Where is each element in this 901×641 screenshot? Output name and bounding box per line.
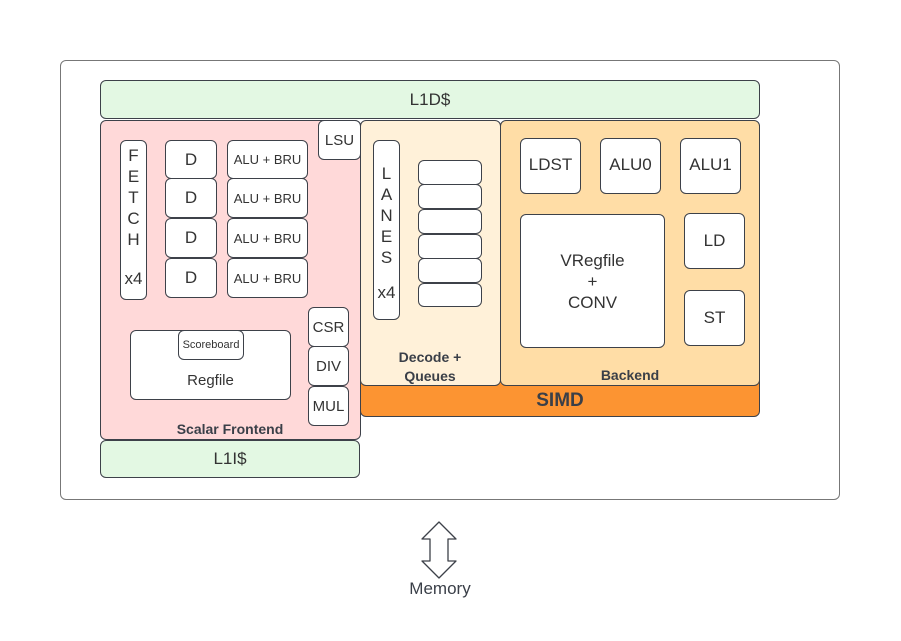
queue-slot [418,283,482,307]
ldst: LDST [520,138,581,194]
lanes-count: x4 [377,283,396,302]
alu0: ALU0 [600,138,661,194]
decode-queues-label: Decode + Queues [360,348,500,386]
vregfile-line: VRegfile [560,250,625,270]
alu-bru-3: ALU + BRU [227,258,308,298]
backend-label: Backend [600,367,660,383]
queue-slot [418,184,482,209]
fetch-letter: E [127,167,140,186]
queue-slot [418,258,482,283]
alu-bru-0: ALU + BRU [227,140,308,179]
memory-label: Memory [409,579,471,598]
ld: LD [684,213,745,269]
fetch-letter: T [128,188,139,207]
lsu: LSU [318,120,361,160]
lanes-letter: N [380,206,393,225]
fetch-letter: C [127,209,140,228]
decode-2: D [165,218,217,258]
decode-0: D [165,140,217,179]
alu1: ALU1 [680,138,741,194]
fetch-unit: F E T C H x4 [120,140,147,300]
queue-slot [418,234,482,259]
scoreboard: Scoreboard [178,330,244,360]
mul: MUL [308,386,349,426]
fetch-letter: H [127,230,140,249]
alu-bru-2: ALU + BRU [227,218,308,258]
decode-3: D [165,258,217,298]
queue-slot [418,160,482,185]
l1d-cache: L1D$ [100,80,760,119]
vregfile-line: + [587,271,598,291]
bidirectional-arrow-icon [421,521,457,579]
lanes-letter: S [380,248,393,267]
fetch-count: x4 [124,269,143,288]
vregfile-conv: VRegfile + CONV [520,214,665,348]
decode-label-line: Decode + [398,349,462,365]
lanes: L A N E S x4 [373,140,400,320]
st: ST [684,290,745,346]
alu-bru-1: ALU + BRU [227,178,308,218]
fetch-letter: F [128,146,139,165]
vregfile-line: CONV [567,292,618,312]
l1i-cache: L1I$ [100,440,360,478]
queue-slot [418,209,482,234]
div: DIV [308,346,349,386]
lanes-letter: E [380,227,393,246]
lanes-letter: L [381,164,392,183]
decode-1: D [165,178,217,218]
csr: CSR [308,307,349,347]
decode-label-line: Queues [404,368,456,384]
lanes-letter: A [380,185,393,204]
